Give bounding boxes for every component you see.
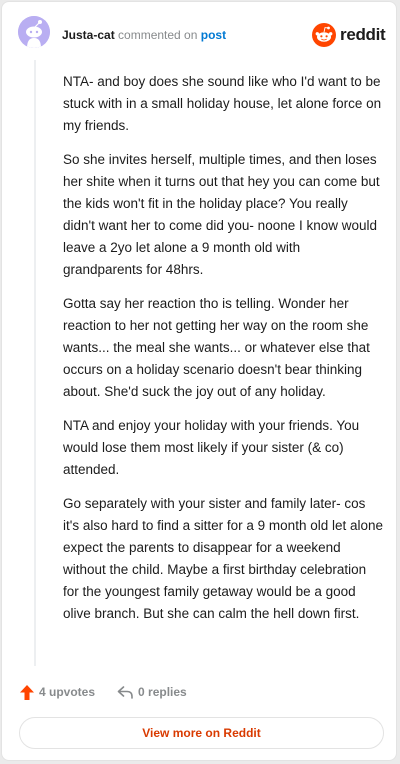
reddit-wordmark: reddit (340, 25, 386, 44)
reply-button[interactable]: 0 replies (117, 685, 187, 699)
snoo-avatar-icon (18, 16, 50, 48)
comment-body: NTA- and boy does she sound like who I'd… (63, 71, 383, 637)
thread-line (34, 60, 36, 666)
reply-arrow-icon (117, 686, 133, 699)
comment-embed-card: Justa-cat commented on post reddit NTA- … (1, 1, 397, 761)
action-text: commented on (118, 28, 198, 42)
comment-paragraph: NTA- and boy does she sound like who I'd… (63, 74, 382, 133)
reddit-snoo-icon (312, 23, 336, 47)
reply-count: 0 replies (138, 685, 187, 699)
upvote-button[interactable]: 4 upvotes (20, 684, 96, 700)
post-link[interactable]: post (201, 28, 226, 42)
user-avatar[interactable] (18, 16, 50, 48)
comment-paragraph: Gotta say her reaction tho is telling. W… (63, 296, 370, 399)
comment-paragraph: So she invites herself, multiple times, … (63, 152, 380, 277)
author-name[interactable]: Justa-cat (62, 28, 115, 42)
comment-actions: 4 upvotes 0 replies (20, 682, 187, 702)
upvote-count: 4 upvotes (39, 685, 96, 699)
comment-header: Justa-cat commented on post (62, 27, 226, 43)
view-more-button[interactable]: View more on Reddit (19, 717, 384, 749)
upvote-arrow-icon (20, 684, 34, 700)
comment-paragraph: Go separately with your sister and famil… (63, 496, 384, 621)
comment-paragraph: NTA and enjoy your holiday with your fri… (63, 418, 360, 477)
reddit-logo[interactable]: reddit (312, 22, 386, 48)
